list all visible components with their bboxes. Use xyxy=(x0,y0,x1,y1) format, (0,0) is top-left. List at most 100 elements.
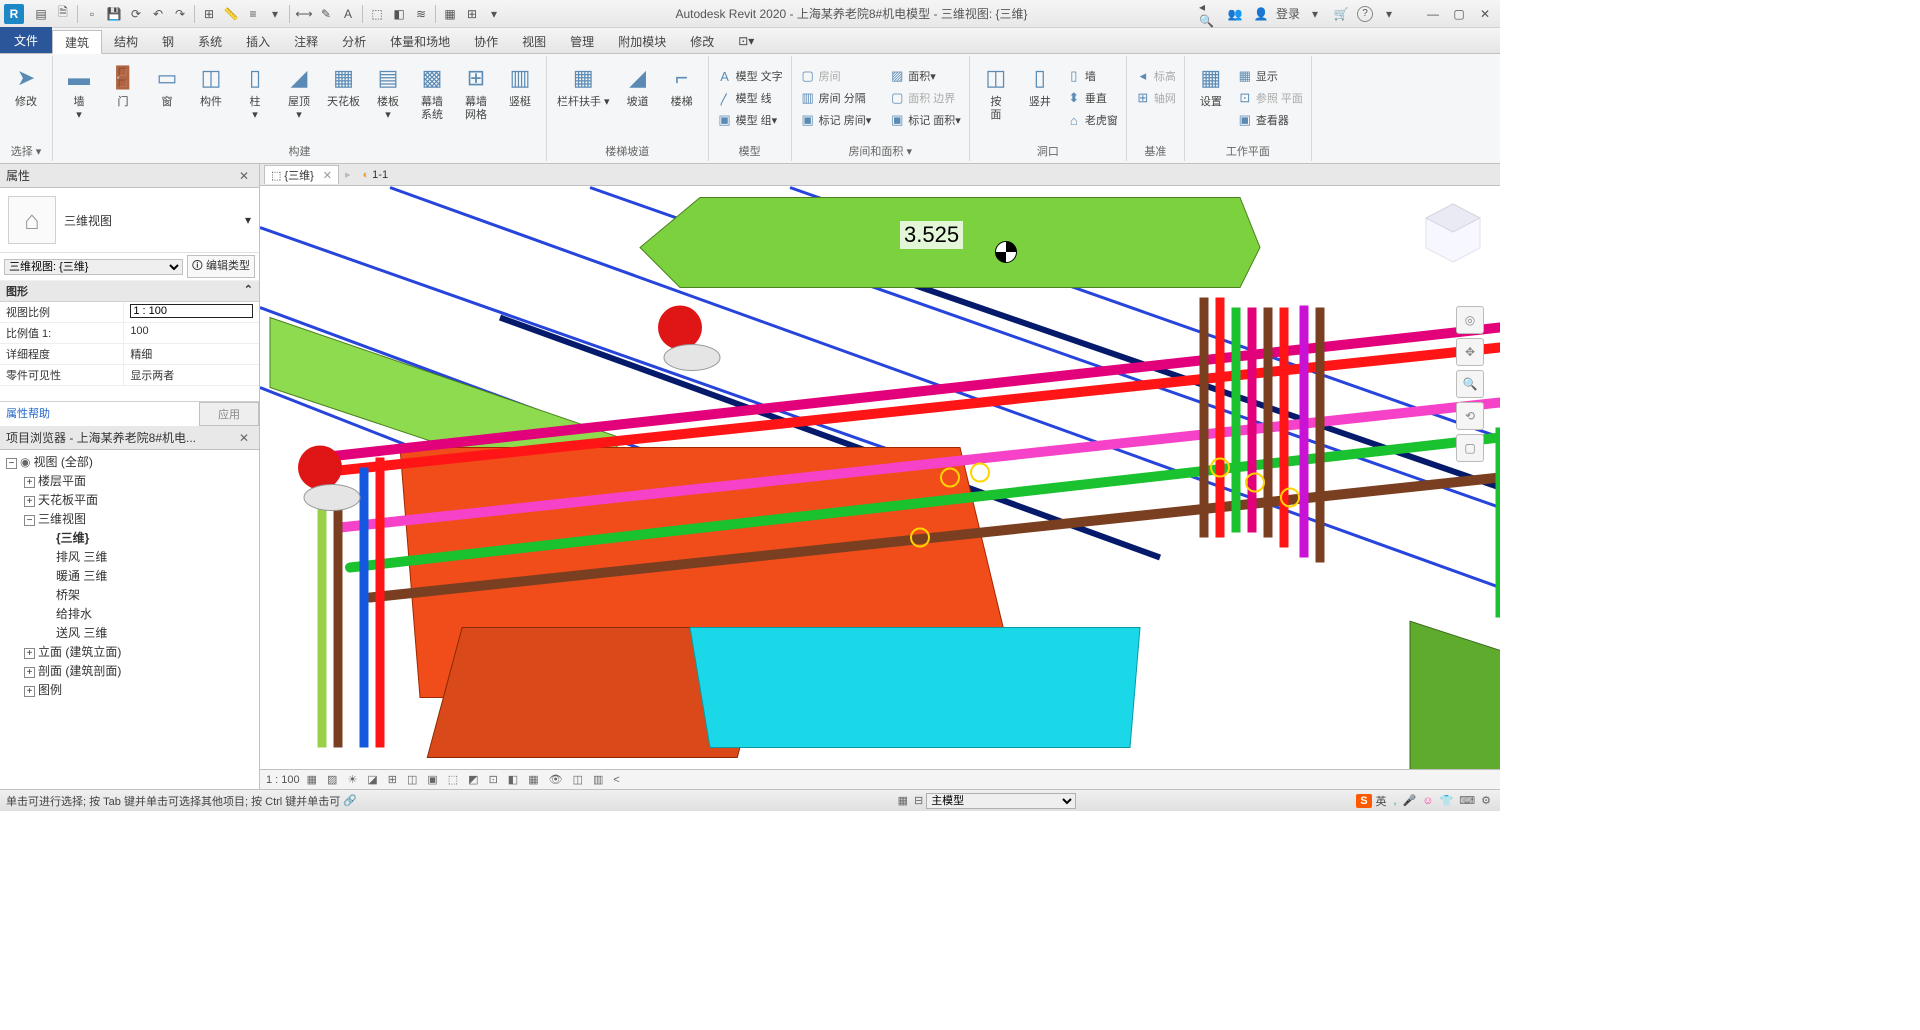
search-icon[interactable]: ◂🔍 xyxy=(1199,4,1219,24)
set-button[interactable]: ▦设置 xyxy=(1189,60,1233,111)
help-dropdown[interactable]: ▾ xyxy=(1379,4,1399,24)
tree-node[interactable]: +剖面 (建筑剖面) xyxy=(0,661,259,680)
maximize-icon[interactable]: ▢ xyxy=(1449,4,1469,24)
prop-value[interactable]: 显示两者 xyxy=(124,365,259,385)
pan-icon[interactable]: ✥ xyxy=(1456,338,1484,366)
workset-icon[interactable]: ▦ xyxy=(898,794,908,807)
sun-icon[interactable]: ☀ xyxy=(347,773,357,786)
save-icon[interactable]: 💾 xyxy=(104,4,124,24)
wall-open-button[interactable]: ▯墙 xyxy=(1062,66,1122,86)
tab-extra-icon[interactable]: ⊡▾ xyxy=(726,29,766,53)
type-preview[interactable]: ⌂ 三维视图 ▾ xyxy=(0,188,259,253)
build-button[interactable]: ⊞幕墙 网格 xyxy=(454,60,498,124)
tree-node[interactable]: 桥架 xyxy=(0,585,259,604)
level-button[interactable]: ◂标高 xyxy=(1131,66,1180,86)
prop-value[interactable] xyxy=(124,302,259,322)
dropdown-icon[interactable]: ▾ xyxy=(245,213,251,227)
render-icon[interactable]: ⊞ xyxy=(388,773,397,786)
prop-row[interactable]: 视图比例 xyxy=(0,302,259,323)
circ-button[interactable]: ⌐楼梯 xyxy=(660,60,704,111)
build-button[interactable]: ▥竖梃 xyxy=(498,60,542,111)
tree-node[interactable]: 送风 三维 xyxy=(0,623,259,642)
tree-node[interactable]: 排风 三维 xyxy=(0,547,259,566)
tab-view[interactable]: 视图 xyxy=(510,29,558,53)
vc-icon[interactable]: ▨ xyxy=(327,773,337,786)
build-button[interactable]: ▬墙 ▾ xyxy=(57,60,101,124)
build-button[interactable]: ▤楼板 ▾ xyxy=(366,60,410,124)
model-text-button[interactable]: A模型 文字 xyxy=(713,66,787,86)
refplane-button[interactable]: ⊡参照 平面 xyxy=(1233,88,1307,108)
circ-button[interactable]: ▦栏杆扶手 ▾ xyxy=(551,60,616,111)
undo-icon[interactable]: ↶ xyxy=(148,4,168,24)
sync-icon[interactable]: ⟳ xyxy=(126,4,146,24)
view-tab-11[interactable]: ◐1-1 xyxy=(357,168,395,182)
build-button[interactable]: 🚪门 xyxy=(101,60,145,111)
apply-button[interactable]: 应用 xyxy=(199,402,259,426)
ime-icon[interactable]: , xyxy=(1394,795,1397,807)
redo-icon[interactable]: ↷ xyxy=(170,4,190,24)
tree-root[interactable]: −◉视图 (全部) xyxy=(0,452,259,471)
thin-icon[interactable]: ≋ xyxy=(411,4,431,24)
close-icon[interactable]: ✕ xyxy=(323,169,332,182)
modify-button[interactable]: ➤修改 xyxy=(4,60,48,111)
file-tab[interactable]: 文件 xyxy=(0,27,52,53)
text-icon[interactable]: A xyxy=(338,4,358,24)
edit-type-button[interactable]: 🛈 编辑类型 xyxy=(187,255,255,278)
tree-node[interactable]: +天花板平面 xyxy=(0,490,259,509)
area-bound-button[interactable]: ▢面积 边界 xyxy=(885,88,965,108)
build-button[interactable]: ◫构件 xyxy=(189,60,233,111)
prop-value[interactable]: 精细 xyxy=(124,344,259,364)
reveal-icon[interactable]: 👁 xyxy=(549,773,563,786)
byface-button[interactable]: ◫按 面 xyxy=(974,60,1018,124)
tree-node[interactable]: +楼层平面 xyxy=(0,471,259,490)
status-icon[interactable]: 🔗 xyxy=(343,794,357,807)
qat-dropdown[interactable]: ▾ xyxy=(484,4,504,24)
login-dropdown[interactable]: ▾ xyxy=(1305,4,1325,24)
instance-selector[interactable]: 三维视图: {三维} xyxy=(4,259,183,275)
tag-icon[interactable]: ✎ xyxy=(316,4,336,24)
open-icon[interactable]: ▤ xyxy=(31,4,51,24)
view3d-icon[interactable]: ⬚ xyxy=(367,4,387,24)
settings-icon[interactable]: ⚙ xyxy=(1481,794,1491,807)
steering-wheel-icon[interactable]: ◎ xyxy=(1456,306,1484,334)
show-button[interactable]: ▦显示 xyxy=(1233,66,1307,86)
scale-display[interactable]: 1 : 100 xyxy=(266,774,300,786)
switch-icon[interactable]: ⊞ xyxy=(462,4,482,24)
tree-node[interactable]: −三维视图 xyxy=(0,509,259,528)
tab-modify[interactable]: 修改 xyxy=(678,29,726,53)
close-icon[interactable]: ✕ xyxy=(235,169,253,183)
tab-manage[interactable]: 管理 xyxy=(558,29,606,53)
vc-icon[interactable]: ⊡ xyxy=(489,773,498,786)
dim-icon[interactable]: ⟷ xyxy=(294,4,314,24)
vc-icon[interactable]: ▦ xyxy=(307,773,317,786)
vc-icon[interactable]: ▥ xyxy=(593,773,603,786)
minimize-icon[interactable]: — xyxy=(1423,4,1443,24)
close-icon[interactable]: ✕ xyxy=(1475,4,1495,24)
model-selector[interactable]: 主模型 xyxy=(926,793,1076,809)
close-icon[interactable]: ✕ xyxy=(235,431,253,445)
align-icon[interactable]: ≡ xyxy=(243,4,263,24)
exchange-icon[interactable]: 🛒 xyxy=(1331,4,1351,24)
close-windows-icon[interactable]: ▦ xyxy=(440,4,460,24)
orbit-icon[interactable]: ⟲ xyxy=(1456,402,1484,430)
view-cube[interactable] xyxy=(1418,198,1488,268)
dormer-button[interactable]: ⌂老虎窗 xyxy=(1062,110,1122,130)
grid-button[interactable]: ⊞轴网 xyxy=(1131,88,1180,108)
tree-node[interactable]: +立面 (建筑立面) xyxy=(0,642,259,661)
property-help-link[interactable]: 属性帮助 xyxy=(0,402,199,426)
emoji-icon[interactable]: ☺ xyxy=(1422,795,1433,807)
tab-mass[interactable]: 体量和场地 xyxy=(378,29,462,53)
tab-struct[interactable]: 结构 xyxy=(102,29,150,53)
help-icon[interactable]: ? xyxy=(1357,6,1373,22)
room-sep-button[interactable]: ▥房间 分隔 xyxy=(796,88,876,108)
expand-icon[interactable]: + xyxy=(24,496,35,507)
prop-row[interactable]: 比例值 1:100 xyxy=(0,323,259,344)
room-tag-button[interactable]: ▣标记 房间 ▾ xyxy=(796,110,876,130)
prop-value[interactable]: 100 xyxy=(124,323,259,343)
dimension-marker-icon[interactable] xyxy=(995,241,1017,263)
area-button[interactable]: ▨面积 ▾ xyxy=(885,66,965,86)
zoom-icon[interactable]: 🔍 xyxy=(1456,370,1484,398)
viewer-button[interactable]: ▣查看器 xyxy=(1233,110,1307,130)
expand-icon[interactable]: + xyxy=(24,648,35,659)
tab-steel[interactable]: 钢 xyxy=(150,29,186,53)
